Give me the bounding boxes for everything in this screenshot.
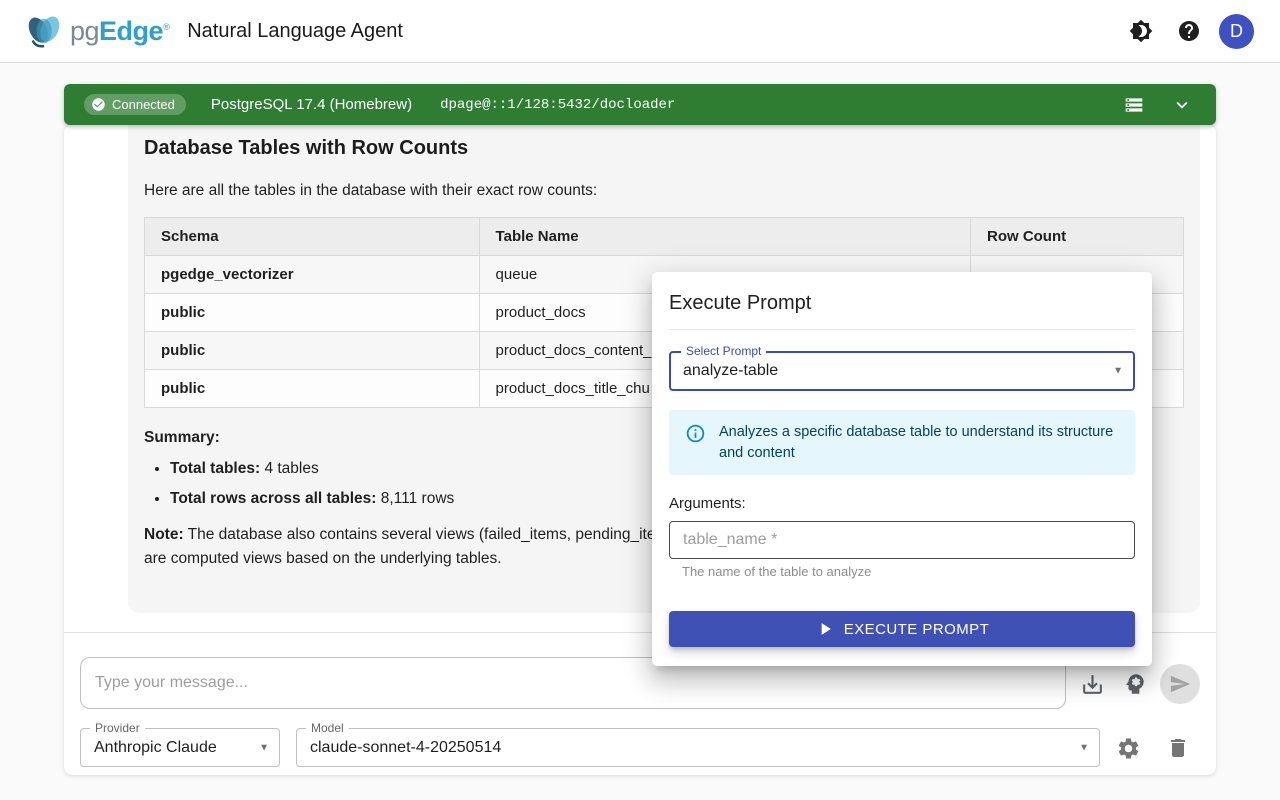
connection-string: dpage@::1/128:5432/docloader	[440, 97, 675, 113]
prompt-description-alert: Analyzes a specific database table to un…	[669, 410, 1135, 475]
dialog-title: Execute Prompt	[669, 292, 1135, 315]
storage-icon	[1124, 95, 1144, 115]
dropdown-arrow-icon: ▼	[1113, 366, 1123, 377]
app-header: pgEdge® Natural Language Agent D	[0, 0, 1280, 63]
bullet-label: Total rows across all tables:	[170, 490, 376, 507]
connection-status-badge: Connected	[84, 94, 186, 115]
dropdown-arrow-icon: ▼	[1079, 742, 1089, 753]
prompt-select-label: Select Prompt	[681, 344, 766, 358]
note-label: Note:	[144, 526, 184, 543]
download-icon	[1080, 672, 1105, 697]
argument-helper-text: The name of the table to analyze	[682, 564, 1135, 579]
message-heading: Database Tables with Row Counts	[144, 137, 1184, 160]
server-version: PostgreSQL 17.4 (Homebrew)	[211, 96, 412, 113]
chevron-down-icon	[1171, 94, 1193, 116]
column-header-table-name: Table Name	[479, 218, 970, 256]
message-intro: Here are all the tables in the database …	[144, 182, 1184, 200]
send-button[interactable]	[1160, 664, 1200, 704]
send-icon	[1169, 673, 1191, 695]
cell-schema: public	[145, 294, 480, 332]
column-header-schema: Schema	[145, 218, 480, 256]
model-select-value: claude-sonnet-4-20250514	[297, 729, 1099, 766]
info-icon	[685, 423, 706, 444]
execute-prompt-dialog: Execute Prompt Select Prompt analyze-tab…	[652, 272, 1152, 666]
execute-prompt-button-label: Execute Prompt	[844, 621, 989, 638]
connection-collapse-button[interactable]	[1168, 91, 1196, 119]
pgedge-logo-text: pgEdge®	[70, 16, 169, 47]
prompt-select-value: analyze-table	[671, 353, 1133, 389]
connection-list-button[interactable]	[1120, 91, 1148, 119]
dark-mode-icon	[1129, 19, 1153, 43]
settings-button[interactable]	[1110, 730, 1146, 766]
cell-schema: public	[145, 332, 480, 370]
reasoning-button[interactable]	[1117, 666, 1153, 702]
download-button[interactable]	[1074, 666, 1110, 702]
prompt-select[interactable]: Select Prompt analyze-table ▼	[669, 351, 1135, 391]
execute-prompt-button[interactable]: Execute Prompt	[669, 611, 1135, 647]
prompt-description-text: Analyzes a specific database table to un…	[719, 422, 1115, 463]
bullet-value: 8,111 rows	[376, 490, 454, 507]
check-circle-icon	[91, 97, 106, 112]
page-title: Natural Language Agent	[187, 20, 403, 43]
help-icon	[1177, 19, 1201, 43]
cell-schema: pgedge_vectorizer	[145, 256, 480, 294]
pgedge-logo-icon	[22, 12, 68, 50]
connection-bar: Connected PostgreSQL 17.4 (Homebrew) dpa…	[64, 84, 1216, 125]
arguments-label: Arguments:	[669, 495, 1135, 512]
help-button[interactable]	[1171, 13, 1207, 49]
pgedge-logo: pgEdge®	[22, 12, 169, 50]
model-select[interactable]: Model claude-sonnet-4-20250514 ▼	[296, 728, 1100, 767]
bullet-value: 4 tables	[260, 460, 319, 477]
gear-icon	[1116, 736, 1141, 761]
note-line2: are computed views based on the underlyi…	[144, 550, 502, 567]
bullet-label: Total tables:	[170, 460, 260, 477]
provider-select[interactable]: Provider Anthropic Claude ▼	[80, 728, 280, 767]
clear-chat-button[interactable]	[1160, 730, 1196, 766]
table-header-row: Schema Table Name Row Count	[145, 218, 1184, 256]
trash-icon	[1166, 736, 1190, 760]
column-header-row-count: Row Count	[970, 218, 1183, 256]
user-avatar[interactable]: D	[1219, 14, 1254, 49]
model-select-label: Model	[306, 721, 349, 735]
theme-toggle-button[interactable]	[1123, 13, 1159, 49]
connection-actions	[1120, 91, 1196, 119]
dropdown-arrow-icon: ▼	[259, 742, 269, 753]
connection-status-label: Connected	[112, 97, 175, 112]
cell-schema: public	[145, 370, 480, 408]
table-name-input[interactable]	[669, 521, 1135, 559]
play-icon	[815, 619, 835, 639]
provider-select-label: Provider	[90, 721, 145, 735]
header-actions: D	[1123, 13, 1254, 49]
psychology-icon	[1122, 671, 1148, 697]
dialog-divider	[669, 329, 1135, 330]
